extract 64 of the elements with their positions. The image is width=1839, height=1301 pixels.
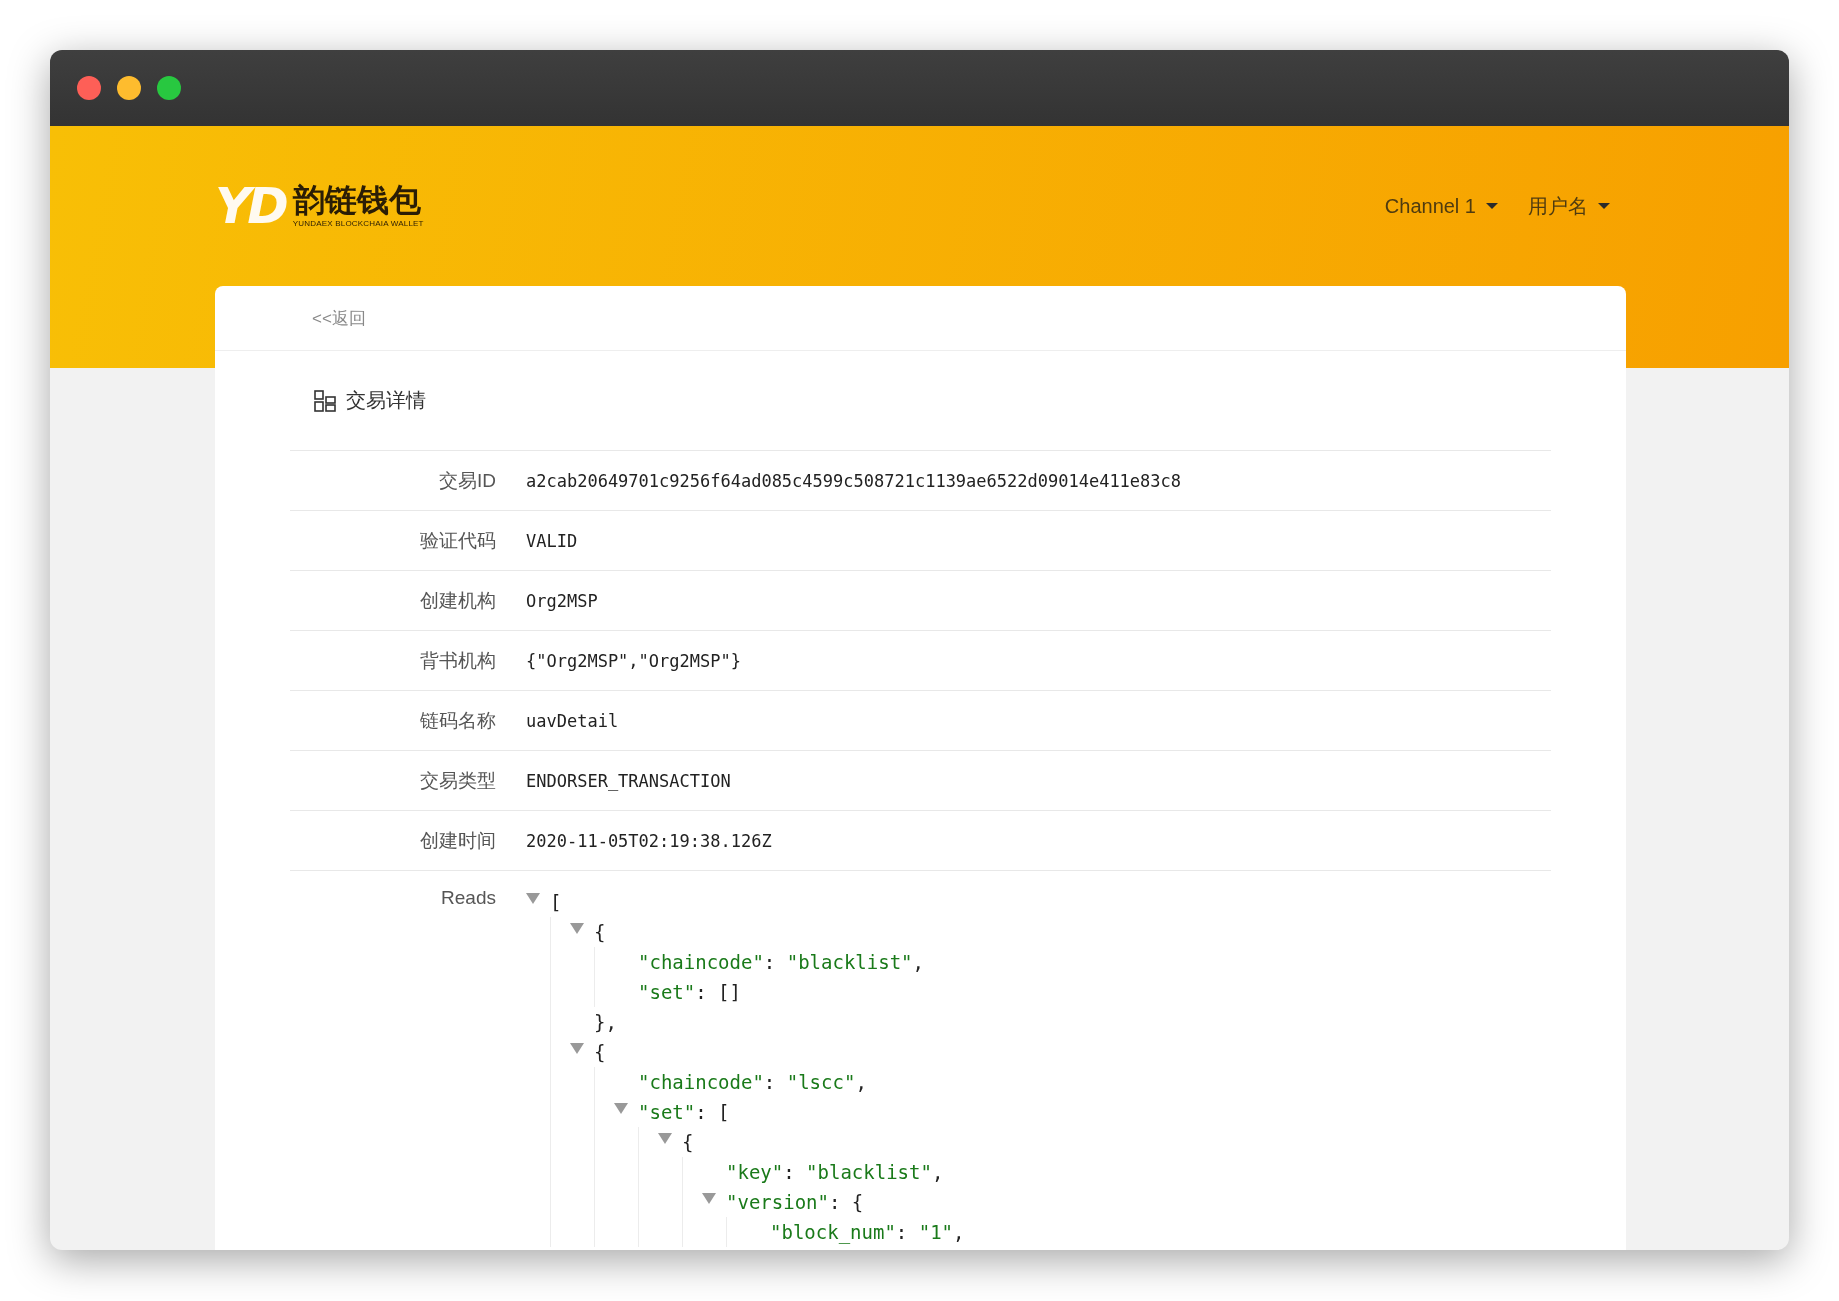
field-value: Org2MSP [526, 590, 598, 611]
json-string-value: "1" [918, 1220, 954, 1245]
collapse-triangle-icon[interactable] [570, 1042, 584, 1054]
field-label: Reads [440, 887, 497, 909]
maximize-icon[interactable] [157, 76, 181, 100]
caret-icon [1598, 203, 1610, 209]
field-value: {"Org2MSP","Org2MSP"} [526, 650, 741, 671]
json-colon: : [828, 1190, 842, 1215]
json-comma: , [912, 950, 925, 975]
field-label: 链码名称 [419, 708, 497, 733]
field-label: 交易ID [438, 468, 497, 493]
logo-name: 韵链钱包 [292, 184, 422, 216]
json-bracket: { [851, 1190, 864, 1215]
field-label: 交易类型 [419, 768, 497, 793]
json-key: "chaincode" [638, 947, 764, 977]
json-comma: , [855, 1070, 867, 1095]
json-string-value: "lscc" [786, 1070, 856, 1095]
field-label: 背书机构 [419, 648, 497, 673]
back-link[interactable]: <<返回 [312, 306, 366, 330]
field-label: 创建机构 [419, 588, 497, 613]
json-comma: , [953, 1220, 965, 1245]
json-key: "set" [638, 977, 696, 1007]
logo-tagline: YUNDAEX BLOCKCHAIA WALLET [292, 219, 424, 228]
json-key: "block_num" [770, 1217, 896, 1247]
section-title: 交易详情 [346, 388, 426, 413]
json-colon: : [695, 980, 708, 1005]
field-label: 创建时间 [419, 828, 497, 853]
field-value: 2020-11-05T02:19:38.126Z [526, 830, 772, 851]
minimize-icon[interactable] [117, 76, 141, 100]
grid-icon [314, 389, 336, 412]
json-bracket: { [682, 1130, 694, 1155]
json-literal: [] [718, 980, 741, 1005]
json-colon: : [763, 950, 777, 975]
json-colon: : [895, 1220, 909, 1245]
json-colon: : [695, 1100, 708, 1125]
json-comma: , [931, 1160, 944, 1185]
field-value: VALID [526, 530, 578, 551]
collapse-triangle-icon[interactable] [658, 1132, 672, 1144]
field-value: ENDORSER_TRANSACTION [526, 770, 731, 791]
json-colon: : [763, 1070, 777, 1095]
json-bracket: [ [550, 890, 562, 915]
field-value: a2cab20649701c9256f64ad085c4599c508721c1139ae6522d09014e411e83c8 [526, 470, 1182, 491]
json-colon: : [783, 1160, 796, 1185]
nav-dropdown[interactable]: 用户名 [1528, 192, 1610, 220]
collapse-triangle-icon[interactable] [526, 892, 540, 904]
field-value: uavDetail [526, 710, 619, 731]
json-bracket: { [594, 920, 606, 945]
json-key: "version" [726, 1187, 829, 1217]
collapse-triangle-icon[interactable] [614, 1102, 628, 1114]
json-string-value: "blacklist" [786, 950, 913, 975]
json-key: "chaincode" [638, 1067, 764, 1097]
close-icon[interactable] [77, 76, 101, 100]
collapse-triangle-icon[interactable] [702, 1192, 716, 1204]
json-key: "key" [726, 1157, 784, 1187]
logo-mark: YD [215, 181, 285, 231]
caret-icon [1486, 203, 1498, 209]
json-string-value: "blacklist" [806, 1160, 932, 1185]
collapse-triangle-icon[interactable] [570, 922, 584, 934]
json-bracket: [ [718, 1100, 730, 1125]
nav-dropdown[interactable]: Channel 1 [1384, 192, 1498, 220]
json-key: "set" [638, 1097, 696, 1127]
json-bracket: { [594, 1040, 606, 1065]
field-label: 验证代码 [419, 528, 497, 553]
json-bracket: }, [594, 1010, 617, 1035]
